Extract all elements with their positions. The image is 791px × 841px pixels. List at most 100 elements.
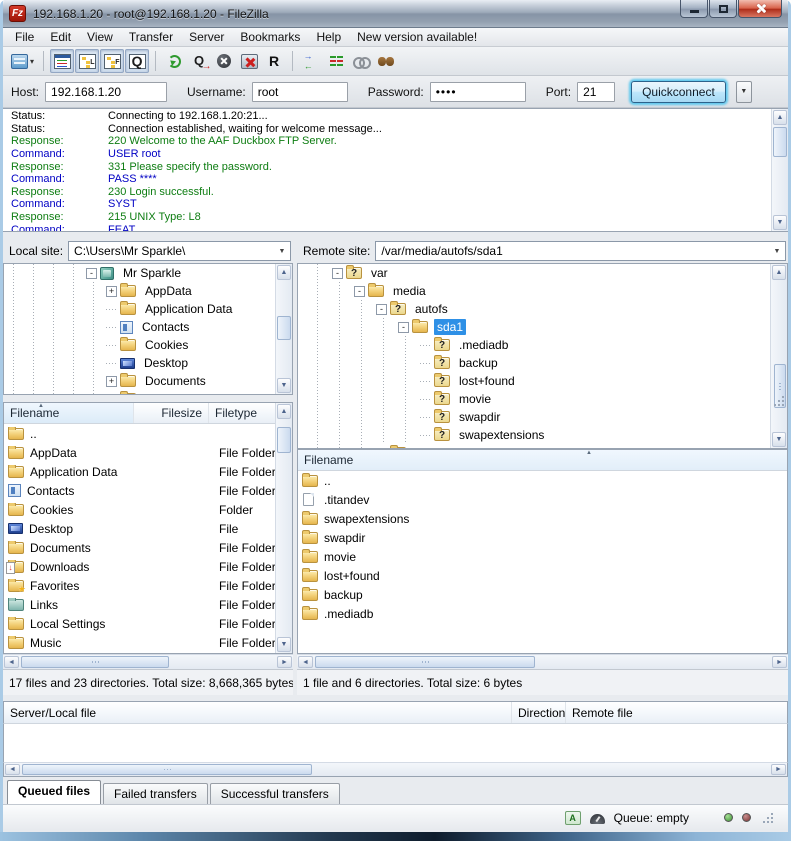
- minimize-button[interactable]: [680, 0, 708, 18]
- scroll-left-icon[interactable]: ◄: [4, 656, 19, 668]
- scrollbar-thumb[interactable]: [774, 364, 786, 408]
- scroll-up-icon[interactable]: ▲: [277, 265, 291, 280]
- column-header-filesize[interactable]: Filesize: [134, 403, 209, 423]
- resize-grip-icon[interactable]: [762, 812, 774, 824]
- menu-item-transfer[interactable]: Transfer: [121, 28, 181, 46]
- menu-item-server[interactable]: Server: [181, 28, 232, 46]
- queue-toggle-button[interactable]: Q: [125, 49, 149, 73]
- column-header-filetype[interactable]: Filetype: [209, 403, 275, 423]
- tree-item-swapextensions[interactable]: swapextensions: [298, 426, 770, 444]
- tree-item-contacts[interactable]: Contacts: [4, 318, 275, 336]
- file-row-item[interactable]: ..: [298, 471, 787, 490]
- tree-item-lost-found[interactable]: lost+found: [298, 372, 770, 390]
- column-header-filename[interactable]: Filename: [298, 450, 787, 470]
- local-horizontal-scrollbar[interactable]: ◄ ►: [3, 654, 293, 669]
- menu-item-view[interactable]: View: [79, 28, 121, 46]
- tree-item-swapdir[interactable]: swapdir: [298, 408, 770, 426]
- file-row-desktop[interactable]: DesktopFile: [4, 519, 275, 538]
- cancel-operation-button[interactable]: [212, 49, 236, 73]
- process-queue-button[interactable]: Q: [187, 49, 211, 73]
- queue-horizontal-scrollbar[interactable]: ◄ ►: [3, 762, 788, 777]
- local-list-scrollbar[interactable]: ▲ ▼: [275, 403, 292, 653]
- site-manager-button[interactable]: ▾: [8, 49, 37, 73]
- reconnect-button[interactable]: R: [262, 49, 286, 73]
- tree-expander-icon[interactable]: -: [398, 322, 409, 333]
- scroll-up-icon[interactable]: ▲: [277, 404, 291, 419]
- synchronized-browsing-button[interactable]: [349, 49, 373, 73]
- file-row-documents[interactable]: DocumentsFile Folder: [4, 538, 275, 557]
- menu-item-bookmarks[interactable]: Bookmarks: [232, 28, 308, 46]
- scroll-right-icon[interactable]: ►: [772, 656, 787, 668]
- tree-expander-icon[interactable]: +: [106, 376, 117, 387]
- host-input[interactable]: [45, 82, 167, 102]
- scrollbar-thumb[interactable]: [277, 427, 291, 453]
- refresh-button[interactable]: [162, 49, 186, 73]
- menu-item-help[interactable]: Help: [308, 28, 349, 46]
- disconnect-button[interactable]: [237, 49, 261, 73]
- file-row-movie[interactable]: movie: [298, 547, 787, 566]
- file-row-swapextensions[interactable]: swapextensions: [298, 509, 787, 528]
- column-header-server-local-file[interactable]: Server/Local file: [4, 702, 512, 723]
- horizontal-splitter[interactable]: [3, 232, 788, 239]
- column-header-remote-file[interactable]: Remote file: [566, 702, 787, 723]
- column-header-filename[interactable]: Filename: [4, 403, 134, 423]
- remote-horizontal-scrollbar[interactable]: ◄ ►: [297, 654, 788, 669]
- chevron-down-icon[interactable]: ▼: [274, 242, 290, 260]
- username-input[interactable]: [252, 82, 348, 102]
- tree-item-backup[interactable]: backup: [298, 354, 770, 372]
- local-site-combobox[interactable]: C:\Users\Mr Sparkle\ ▼: [68, 241, 291, 261]
- scrollbar-thumb[interactable]: [21, 656, 169, 668]
- directory-comparison-button[interactable]: [324, 49, 348, 73]
- menu-item-edit[interactable]: Edit: [42, 28, 79, 46]
- password-input[interactable]: [430, 82, 526, 102]
- tree-item-application-data[interactable]: Application Data: [4, 300, 275, 318]
- remote-tree-toggle-button[interactable]: [100, 49, 124, 73]
- scrollbar-thumb[interactable]: [773, 127, 787, 157]
- message-log-scrollbar[interactable]: ▲ ▼: [771, 109, 788, 231]
- quickconnect-button[interactable]: Quickconnect: [631, 81, 726, 103]
- port-input[interactable]: [577, 82, 615, 102]
- scrollbar-thumb[interactable]: [22, 764, 312, 775]
- compare-directories-button[interactable]: [299, 49, 323, 73]
- file-row-backup[interactable]: backup: [298, 585, 787, 604]
- find-files-button[interactable]: [374, 49, 398, 73]
- tree-item-documents[interactable]: +Documents: [4, 372, 275, 390]
- tab-queued-files[interactable]: Queued files: [7, 780, 101, 804]
- scrollbar-thumb[interactable]: [315, 656, 535, 668]
- remote-site-combobox[interactable]: /var/media/autofs/sda1 ▼: [375, 241, 786, 261]
- column-header-direction[interactable]: Direction: [512, 702, 566, 723]
- scroll-left-icon[interactable]: ◄: [298, 656, 313, 668]
- local-tree-toggle-button[interactable]: [75, 49, 99, 73]
- file-row-mediadb[interactable]: .mediadb: [298, 604, 787, 623]
- scroll-down-icon[interactable]: ▼: [773, 215, 787, 230]
- menu-item-file[interactable]: File: [7, 28, 42, 46]
- scroll-up-icon[interactable]: ▲: [772, 265, 786, 280]
- tree-item-media[interactable]: -media: [298, 282, 770, 300]
- close-button[interactable]: [738, 0, 782, 18]
- menu-item-new-version[interactable]: New version available!: [349, 28, 485, 46]
- scroll-left-icon[interactable]: ◄: [5, 764, 20, 775]
- tree-expander-icon[interactable]: +: [106, 394, 117, 396]
- file-row-lost-found[interactable]: lost+found: [298, 566, 787, 585]
- local-tree-scrollbar[interactable]: ▲ ▼: [275, 264, 292, 394]
- message-log-toggle-button[interactable]: [50, 49, 74, 73]
- maximize-button[interactable]: [709, 0, 737, 18]
- tree-expander-icon[interactable]: -: [86, 268, 97, 279]
- tab-failed-transfers[interactable]: Failed transfers: [103, 783, 208, 804]
- tree-item-movie[interactable]: movie: [298, 390, 770, 408]
- file-row-titandev[interactable]: .titandev: [298, 490, 787, 509]
- title-bar[interactable]: Fz 192.168.1.20 - root@192.168.1.20 - Fi…: [3, 0, 788, 28]
- tree-item-cookies[interactable]: Cookies: [4, 336, 275, 354]
- tree-expander-icon[interactable]: -: [354, 286, 365, 297]
- tree-item-mr-sparkle[interactable]: -Mr Sparkle: [4, 264, 275, 282]
- local-pane-splitter[interactable]: [3, 395, 293, 402]
- tree-item-appdata[interactable]: +AppData: [4, 282, 275, 300]
- scroll-down-icon[interactable]: ▼: [277, 637, 291, 652]
- tree-expander-icon[interactable]: +: [106, 286, 117, 297]
- file-row-cookies[interactable]: CookiesFolder: [4, 500, 275, 519]
- file-row-item[interactable]: ..: [4, 424, 275, 443]
- tree-item-sda1[interactable]: -sda1: [298, 318, 770, 336]
- tree-expander-icon[interactable]: -: [376, 304, 387, 315]
- scrollbar-thumb[interactable]: [277, 316, 291, 340]
- tab-successful-transfers[interactable]: Successful transfers: [210, 783, 340, 804]
